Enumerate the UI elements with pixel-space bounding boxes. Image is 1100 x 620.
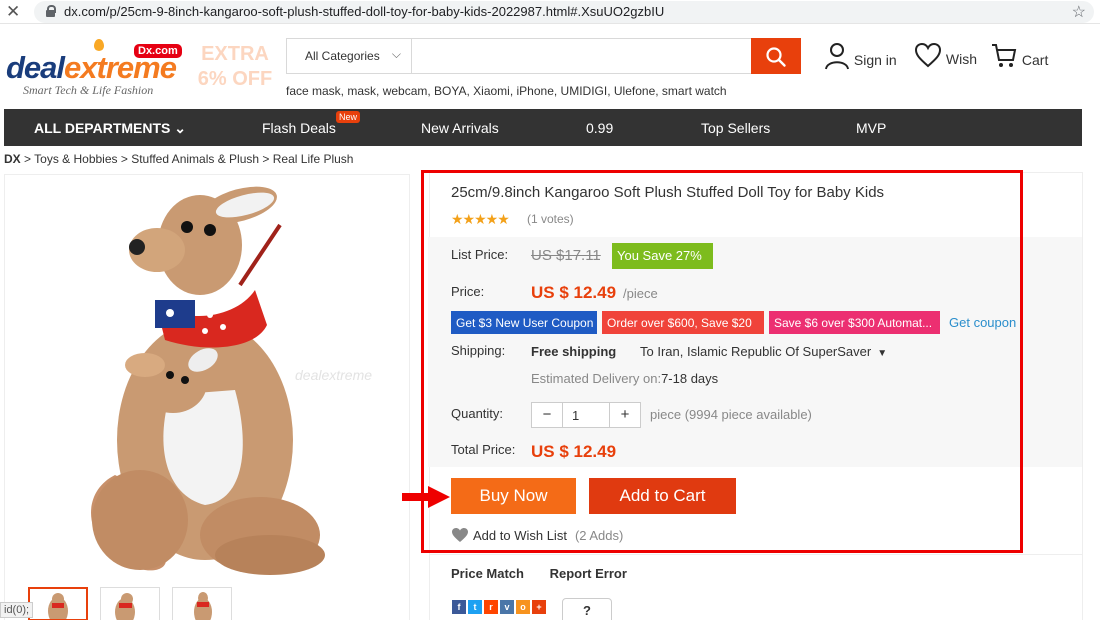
breadcrumb: DX > Toys & Hobbies > Stuffed Animals & … [4, 152, 354, 166]
logo-tagline: Smart Tech & Life Fashion [23, 83, 154, 97]
search-button[interactable] [751, 38, 801, 74]
browser-address-bar: ✕ dx.com/p/25cm-9-8inch-kangaroo-soft-pl… [0, 0, 1100, 24]
highlight-box [421, 170, 1023, 553]
image-watermark: dealextreme [295, 367, 372, 383]
category-select[interactable]: All Categories ⌵ [287, 39, 412, 73]
nav-flash-deals[interactable]: Flash Deals New [262, 111, 361, 136]
signin-link[interactable]: Sign in [824, 42, 897, 70]
more-share-icon[interactable]: + [532, 600, 546, 614]
divider [430, 554, 1082, 555]
promo-banner[interactable]: EXTRA 6% OFF [192, 42, 278, 92]
close-icon[interactable]: ✕ [6, 2, 20, 22]
lock-icon [46, 5, 56, 17]
cart-link[interactable]: Cart [990, 42, 1048, 70]
hot-searches[interactable]: face mask, mask, webcam, BOYA, Xiaomi, i… [286, 84, 727, 98]
thumbnail-3[interactable] [172, 587, 232, 620]
ok-icon[interactable]: o [516, 600, 530, 614]
status-tooltip: id(0); [0, 602, 34, 618]
nav-099[interactable]: 0.99 [586, 120, 613, 136]
twitter-icon[interactable]: t [468, 600, 482, 614]
nav-all-departments[interactable]: ALL DEPARTMENTS ⌄ [34, 120, 186, 137]
breadcrumb-item[interactable]: Real Life Plush [273, 152, 354, 166]
chevron-down-icon: ⌵ [391, 47, 401, 61]
search-icon [766, 47, 786, 67]
url-text[interactable]: dx.com/p/25cm-9-8inch-kangaroo-soft-plus… [64, 4, 664, 19]
nav-mvp[interactable]: MVP [856, 120, 886, 136]
site-logo[interactable]: Dx.com dealextreme Smart Tech & Life Fas… [6, 38, 186, 98]
bookmark-star-icon[interactable]: ☆ [1072, 2, 1086, 22]
thumbnail-2[interactable] [100, 587, 160, 620]
chevron-down-icon: ⌄ [174, 120, 186, 136]
nav-new-arrivals[interactable]: New Arrivals [421, 120, 499, 136]
search-bar: All Categories ⌵ [286, 38, 801, 74]
new-badge: New [336, 111, 361, 123]
price-match-link[interactable]: Price Match [451, 566, 524, 581]
report-error-link[interactable]: Report Error [550, 566, 627, 581]
product-image-panel: dealextreme [4, 174, 410, 620]
main-nav: ALL DEPARTMENTS ⌄ Flash Deals New New Ar… [4, 109, 1082, 146]
share-icons: f t r v o + [452, 597, 548, 615]
wish-link[interactable]: Wish [914, 42, 977, 68]
breadcrumb-item[interactable]: DX [4, 152, 21, 166]
breadcrumb-item[interactable]: Toys & Hobbies [34, 152, 117, 166]
logo-wordmark: dealextreme [6, 50, 177, 85]
nav-top-sellers[interactable]: Top Sellers [701, 120, 770, 136]
url-field[interactable]: dx.com/p/25cm-9-8inch-kangaroo-soft-plus… [34, 1, 1094, 23]
breadcrumb-item[interactable]: Stuffed Animals & Plush [131, 152, 259, 166]
facebook-icon[interactable]: f [452, 600, 466, 614]
search-input[interactable] [413, 39, 751, 73]
thumbnail-1[interactable] [28, 587, 88, 620]
cart-icon [992, 44, 1017, 67]
product-links: Price Match Report Error [451, 566, 649, 581]
reddit-icon[interactable]: r [484, 600, 498, 614]
vk-icon[interactable]: v [500, 600, 514, 614]
heart-icon [914, 42, 942, 68]
help-button[interactable]: ? [562, 598, 612, 620]
user-icon [825, 43, 849, 70]
kangaroo-plush-image[interactable]: dealextreme [5, 175, 409, 585]
